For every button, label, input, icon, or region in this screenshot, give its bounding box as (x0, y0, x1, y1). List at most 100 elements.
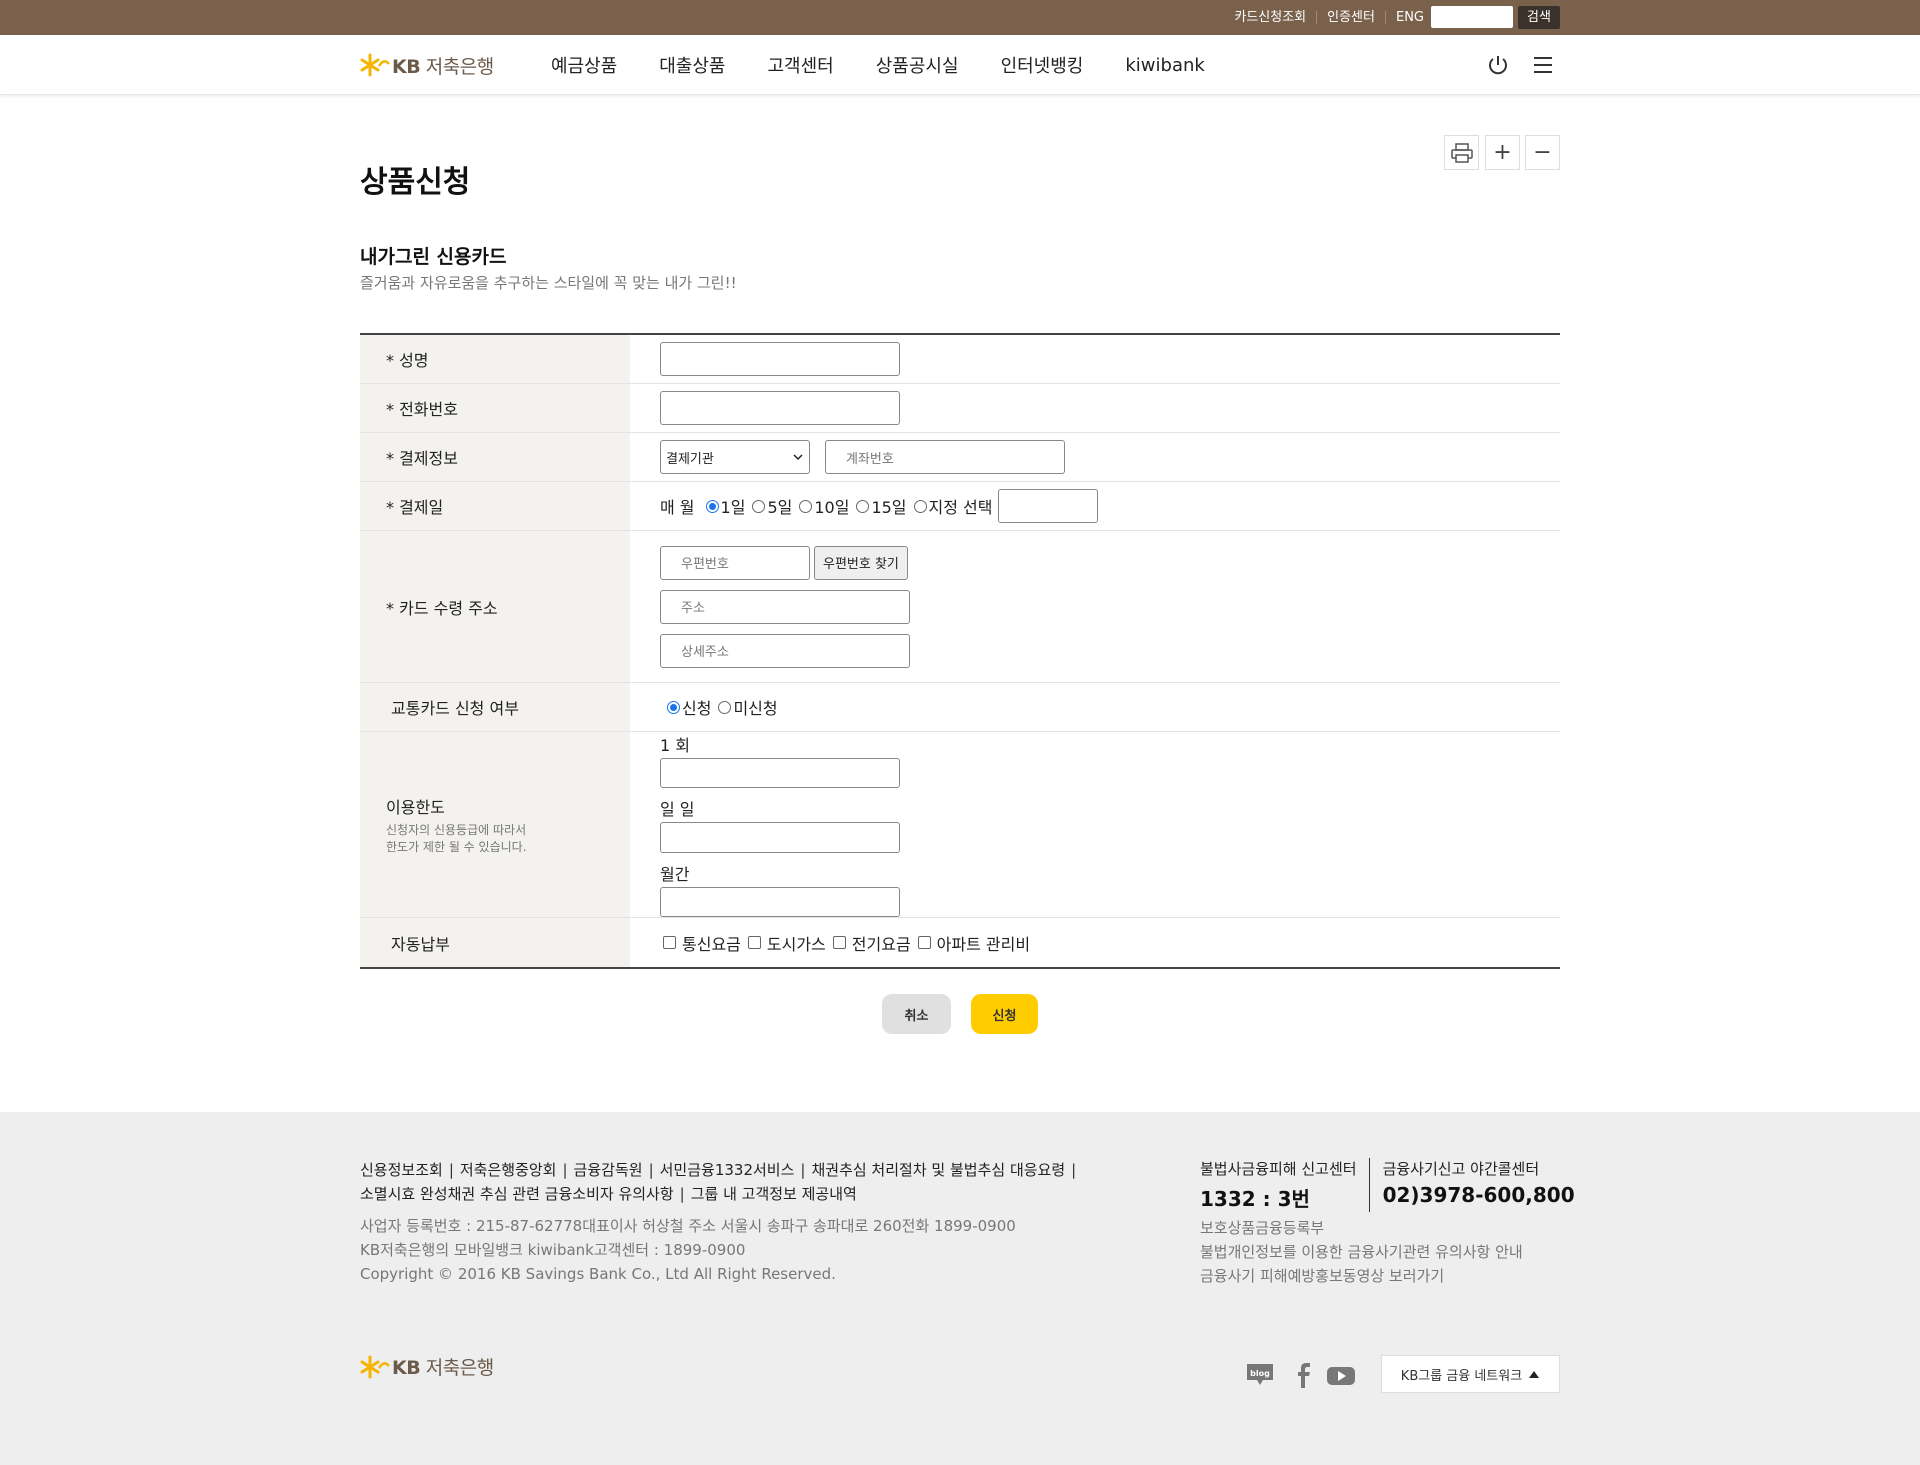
company-registration: 사업자 등록번호 : 215-87-62778대표이사 허상철 주소 서울시 송… (360, 1217, 1016, 1235)
utility-bar: 카드신청조회 인증센터 ENG 검색 (0, 0, 1920, 35)
footer-link[interactable]: 저축은행중앙회 (460, 1161, 557, 1179)
main-navigation: KB 저축은행 예금상품 대출상품 고객센터 상품공시실 인터넷뱅킹 kiwib… (0, 35, 1920, 95)
autopay-electricity[interactable]: 전기요금 (828, 931, 911, 955)
payday-option-15[interactable]: 15일 (851, 494, 907, 518)
payday-option-1[interactable]: 1일 (701, 494, 746, 518)
limit-once-label: 1 회 (660, 736, 690, 755)
footer-link[interactable]: 그룹 내 고객정보 제공내역 (691, 1185, 857, 1203)
form-row-transit: 교통카드 신청 여부 신청 미신청 (360, 683, 1560, 732)
limit-monthly-input[interactable] (660, 886, 900, 917)
find-zipcode-button[interactable]: 우편번호 찾기 (814, 545, 908, 580)
card-application-inquiry-link[interactable]: 카드신청조회 (1224, 11, 1316, 24)
footer: 신용정보조회 | 저축은행중앙회 | 금융감독원 | 서민금융1332서비스 | 채권추심 처리… (0, 1112, 1920, 1465)
cancel-button[interactable]: 취소 (882, 994, 951, 1034)
submit-button[interactable]: 신청 (971, 994, 1038, 1034)
menu-customer-center[interactable]: 고객센터 (768, 52, 834, 78)
payment-bank-select[interactable]: 결제기관 (660, 440, 810, 474)
footer-right-link[interactable]: 불법개인정보를 이용한 금융사기관련 유의사항 안내 (1200, 1240, 1523, 1264)
menu-loan-products[interactable]: 대출상품 (659, 52, 725, 78)
autopay-telecom[interactable]: 통신요금 (658, 931, 741, 955)
address-detail-input[interactable]: 상세주소 (660, 633, 910, 668)
footer-right-link[interactable]: 보호상품금융등록부 (1200, 1216, 1523, 1240)
menu-kiwibank[interactable]: kiwibank (1125, 55, 1204, 76)
menu-internet-banking[interactable]: 인터넷뱅킹 (1001, 52, 1084, 78)
transit-option-apply[interactable]: 신청 (662, 695, 711, 719)
limit-note-line-1: 신청자의 신용등급에 따라서 (386, 822, 527, 837)
footer-link[interactable]: 채권추심 처리절차 및 불법추심 대응요령 (811, 1161, 1065, 1179)
address-input[interactable]: 주소 (660, 589, 910, 624)
payday-option-10-label: 10일 (814, 498, 850, 517)
logo-bank-name: 저축은행 (425, 1357, 494, 1379)
certification-center-link[interactable]: 인증센터 (1316, 11, 1385, 24)
payday-custom-input[interactable] (997, 489, 1098, 523)
footer-link[interactable]: 신용정보조회 (360, 1161, 443, 1179)
limit-once-input[interactable] (660, 758, 900, 789)
checkbox-icon (747, 936, 761, 949)
illegal-finance-center-number: 1332 : 3번 (1200, 1187, 1310, 1211)
gnb-menu: 예금상품 대출상품 고객센터 상품공시실 인터넷뱅킹 kiwibank (551, 35, 1247, 95)
limit-label: 이용한도 (386, 797, 445, 817)
autopay-apartment-label: 아파트 관리비 (936, 934, 1031, 954)
phone-input[interactable] (660, 391, 900, 425)
facebook-icon[interactable] (1288, 1360, 1318, 1390)
zoom-out-button[interactable]: − (1525, 135, 1560, 170)
payday-option-5[interactable]: 5일 (747, 494, 792, 518)
radio-selected-icon (705, 499, 719, 513)
print-button[interactable] (1444, 135, 1479, 170)
name-input[interactable] (660, 342, 900, 376)
power-icon[interactable] (1486, 53, 1510, 77)
english-link[interactable]: ENG (1384, 11, 1434, 24)
menu-product-disclosure[interactable]: 상품공시실 (876, 52, 959, 78)
radio-icon (799, 499, 813, 513)
radio-selected-icon (667, 700, 680, 714)
transit-option-decline[interactable]: 미신청 (713, 695, 778, 719)
kb-star-logo-icon (360, 53, 390, 77)
footer-company-info: 사업자 등록번호 : 215-87-62778대표이사 허상철 주소 서울시 송… (360, 1214, 1016, 1286)
payday-option-custom-label: 지정 선택 (928, 498, 993, 517)
zipcode-placeholder: 우편번호 (681, 557, 729, 572)
header-search-input[interactable] (1431, 6, 1513, 28)
name-label: * 성명 (360, 335, 630, 383)
footer-right-link[interactable]: 금융사기 피해예방홍보동영상 보러가기 (1200, 1264, 1523, 1288)
account-number-placeholder: 계좌번호 (846, 451, 894, 467)
kb-group-network-dropdown[interactable]: KB그룹 금융 네트워크 (1381, 1355, 1560, 1393)
footer-link[interactable]: 금융감독원 (574, 1161, 643, 1179)
radio-icon (856, 499, 870, 513)
fraud-report-center-number: 02)3978-600,800 (1382, 1183, 1575, 1207)
address-placeholder: 주소 (681, 601, 705, 616)
limit-note-line-2: 한도가 제한 될 수 있습니다. (386, 839, 527, 854)
limit-daily-input[interactable] (660, 822, 900, 853)
footer-links: 신용정보조회 | 저축은행중앙회 | 금융감독원 | 서민금융1332서비스 | 채권추심 처리… (360, 1161, 1077, 1203)
blog-icon[interactable]: blog (1245, 1360, 1275, 1390)
youtube-icon[interactable] (1326, 1360, 1356, 1390)
payday-option-custom[interactable]: 지정 선택 (909, 494, 993, 518)
illegal-finance-center-label: 불법사금융피해 신고센터 (1200, 1160, 1357, 1178)
autopay-apartment[interactable]: 아파트 관리비 (913, 931, 1030, 955)
payday-option-1-label: 1일 (720, 498, 746, 517)
header-search-button[interactable]: 검색 (1518, 6, 1560, 29)
form-row-address: * 카드 수령 주소 우편번호 우편번호 찾기 주소 상세주소 (360, 531, 1560, 683)
logo-bank-name: 저축은행 (425, 55, 494, 78)
hamburger-menu-icon[interactable] (1531, 53, 1555, 77)
autopay-electricity-label: 전기요금 (851, 934, 911, 954)
payday-option-10[interactable]: 10일 (794, 494, 849, 518)
radio-icon (913, 499, 927, 513)
autopay-gas[interactable]: 도시가스 (743, 931, 826, 955)
limit-daily-label: 일 일 (660, 800, 695, 820)
fraud-report-center-label: 금융사기신고 야간콜센터 (1382, 1160, 1540, 1178)
account-number-input[interactable]: 계좌번호 (825, 440, 1065, 474)
network-label: KB그룹 금융 네트워크 (1400, 1368, 1523, 1384)
footer-link[interactable]: 서민금융1332서비스 (660, 1161, 795, 1179)
product-description: 즐거움과 자유로움을 추구하는 스타일에 꼭 맞는 내가 그린!! (360, 274, 737, 292)
form-row-limit: 이용한도 신청자의 신용등급에 따라서 한도가 제한 될 수 있습니다. 1 회… (360, 732, 1560, 918)
limit-monthly-label: 월간 (660, 864, 690, 884)
transit-option-apply-label: 신청 (682, 699, 712, 718)
kb-logo[interactable]: KB 저축은행 (360, 51, 494, 79)
menu-deposit-products[interactable]: 예금상품 (551, 52, 617, 78)
printer-icon (1450, 142, 1473, 163)
payment-bank-select-value: 결제기관 (666, 451, 714, 467)
footer-right-links: 보호상품금융등록부 불법개인정보를 이용한 금융사기관련 유의사항 안내 금융사… (1200, 1216, 1523, 1288)
zipcode-input[interactable]: 우편번호 (660, 545, 810, 580)
zoom-in-button[interactable]: + (1485, 135, 1520, 170)
footer-link[interactable]: 소멸시효 완성채권 추심 관련 금융소비자 유의사항 (360, 1185, 674, 1203)
